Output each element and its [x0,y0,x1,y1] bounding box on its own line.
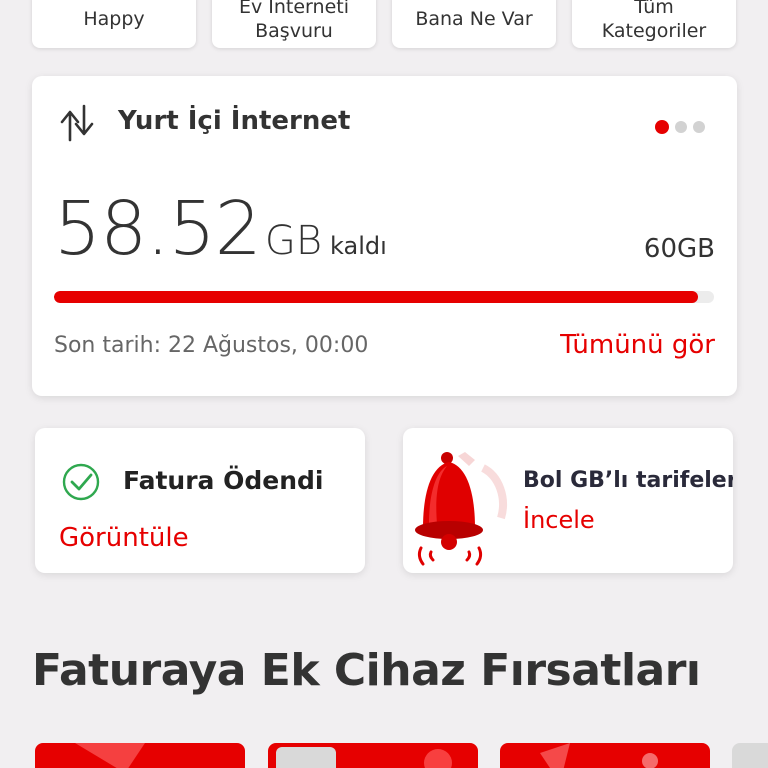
check-circle-icon [62,463,100,501]
carousel-indicator[interactable] [655,120,705,134]
device-offer-card[interactable] [268,743,478,768]
usage-progress-bar [54,291,714,303]
category-label: Başvuru [255,20,333,42]
section-title: Faturaya Ek Cihaz Fırsatları [32,645,701,696]
category-label: Tüm [634,0,674,18]
device-offer-image [540,743,658,768]
remaining-label: kaldı [330,232,387,260]
device-offer-card[interactable] [732,743,768,768]
device-offer-card[interactable] [35,743,245,768]
category-tum-kategoriler[interactable]: Tüm Kategoriler [572,0,736,48]
category-label: Kategoriler [601,20,707,42]
remaining-amount: 58.52 GB kaldı [54,186,387,272]
usage-title: Yurt İçi İnternet [118,106,351,136]
device-offer-image [75,743,145,768]
deadline-text: Son tarih: 22 Ağustos, 00:00 [54,333,369,358]
category-happy[interactable]: Happy [32,0,196,48]
see-all-link[interactable]: Tümünü gör [560,330,715,360]
carousel-dot-active[interactable] [655,120,669,134]
carousel-dot[interactable] [675,121,687,133]
remaining-value: 58.52 [54,186,262,272]
carousel-dot[interactable] [693,121,705,133]
bell-icon [415,452,507,566]
view-bill-link[interactable]: Görüntüle [59,523,189,553]
category-label: Bana Ne Var [415,8,533,30]
bill-status-card[interactable]: Fatura Ödendi Görüntüle [35,428,365,573]
bill-status-title: Fatura Ödendi [123,466,324,495]
category-label: Happy [83,8,145,30]
arrows-up-down-icon [60,104,94,142]
category-bana-ne-var[interactable]: Bana Ne Var [392,0,556,48]
device-offer-card[interactable] [500,743,710,768]
total-quota: 60GB [643,234,715,264]
internet-usage-card[interactable]: Yurt İçi İnternet 58.52 GB kaldı 60GB So… [32,76,737,396]
category-ev-interneti[interactable]: Ev İnterneti Başvuru [212,0,376,48]
promo-card[interactable]: Bol GB’lı tarifeler! İncele [403,428,733,573]
promo-title: Bol GB’lı tarifeler! [523,468,733,493]
category-label: Ev İnterneti [238,0,349,18]
promo-action-link[interactable]: İncele [523,506,595,534]
remaining-unit: GB [264,218,323,264]
device-offer-image [276,747,452,768]
usage-progress-fill [54,291,698,303]
